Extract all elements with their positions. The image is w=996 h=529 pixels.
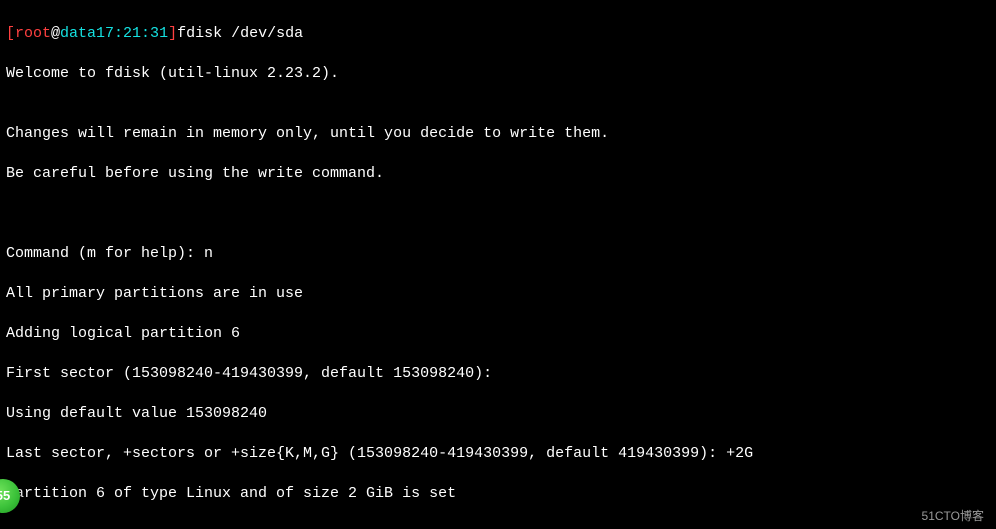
prompt-bracket-close: ] [168, 25, 177, 42]
output-line: Last sector, +sectors or +size{K,M,G} (1… [6, 444, 990, 464]
output-line: Adding logical partition 6 [6, 324, 990, 344]
output-line: Changes will remain in memory only, unti… [6, 124, 990, 144]
output-line: Command (m for help): n [6, 244, 990, 264]
prompt-bracket-open: [ [6, 25, 15, 42]
output-line: Welcome to fdisk (util-linux 2.23.2). [6, 64, 990, 84]
terminal[interactable]: [root@data17:21:31]fdisk /dev/sda Welcom… [0, 0, 996, 529]
output-line: First sector (153098240-419430399, defau… [6, 364, 990, 384]
output-line: Partition 6 of type Linux and of size 2 … [6, 484, 990, 504]
command-text: fdisk /dev/sda [177, 25, 303, 42]
output-line: All primary partitions are in use [6, 284, 990, 304]
prompt-line-1: [root@data17:21:31]fdisk /dev/sda [6, 24, 990, 44]
prompt-at: @ [51, 25, 60, 42]
watermark-text: 51CTO博客 [922, 509, 984, 523]
output-line: Be careful before using the write comman… [6, 164, 990, 184]
prompt-host-time: data17:21:31 [60, 25, 168, 42]
output-line: Using default value 153098240 [6, 404, 990, 424]
prompt-user: root [15, 25, 51, 42]
